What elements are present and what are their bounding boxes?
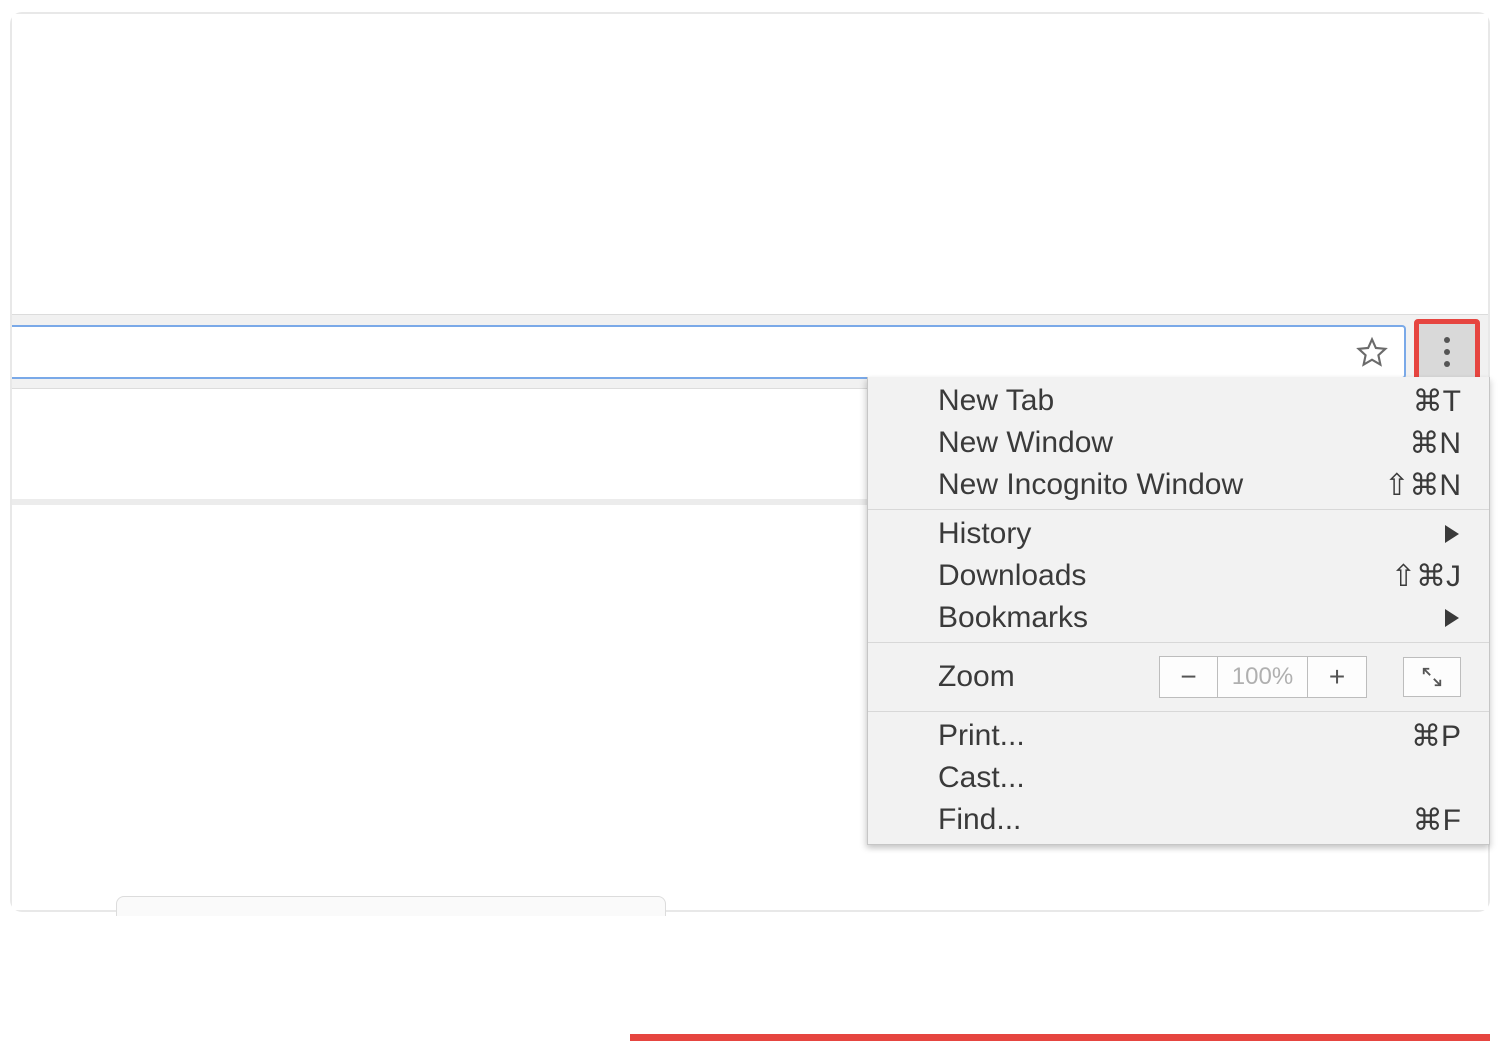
background-tab [116, 896, 666, 916]
menu-label: Downloads [938, 559, 1391, 593]
menu-shortcut: ⇧⌘N [1384, 468, 1461, 503]
menu-item-new-tab[interactable]: New Tab ⌘T [868, 380, 1489, 422]
menu-label: New Tab [938, 384, 1413, 418]
zoom-in-button[interactable]: + [1308, 657, 1366, 697]
menu-item-print[interactable]: Print... ⌘P [868, 715, 1489, 757]
menu-label: New Window [938, 426, 1409, 460]
main-menu-button[interactable] [1414, 319, 1480, 385]
menu-section-nav: History Downloads ⇧⌘J Bookmarks [868, 510, 1489, 643]
chevron-right-icon [1445, 525, 1459, 543]
chevron-right-icon [1445, 609, 1459, 627]
menu-label: Find... [938, 803, 1413, 837]
menu-label: New Incognito Window [938, 468, 1384, 502]
main-menu-dropdown: New Tab ⌘T New Window ⌘N New Incognito W… [867, 377, 1490, 845]
menu-shortcut: ⌘F [1413, 803, 1461, 838]
menu-shortcut: ⇧⌘J [1391, 559, 1461, 594]
menu-item-new-incognito[interactable]: New Incognito Window ⇧⌘N [868, 464, 1489, 506]
menu-shortcut: ⌘N [1409, 426, 1461, 461]
highlight-underline [630, 1034, 1490, 1041]
menu-shortcut: ⌘T [1413, 384, 1461, 419]
menu-item-zoom: Zoom − 100% + [868, 646, 1489, 708]
kebab-menu-icon [1444, 337, 1450, 367]
menu-shortcut: ⌘P [1411, 719, 1461, 754]
zoom-label: Zoom [938, 660, 1159, 694]
tab-strip [12, 14, 1488, 314]
menu-label: Cast... [938, 761, 1461, 795]
menu-item-new-window[interactable]: New Window ⌘N [868, 422, 1489, 464]
menu-item-find[interactable]: Find... ⌘F [868, 799, 1489, 841]
menu-label: Print... [938, 719, 1411, 753]
menu-item-history[interactable]: History [868, 513, 1489, 555]
menu-label: History [938, 517, 1445, 551]
menu-item-bookmarks[interactable]: Bookmarks [868, 597, 1489, 639]
menu-section-new: New Tab ⌘T New Window ⌘N New Incognito W… [868, 377, 1489, 510]
zoom-value: 100% [1218, 657, 1308, 697]
menu-item-downloads[interactable]: Downloads ⇧⌘J [868, 555, 1489, 597]
menu-section-tools: Print... ⌘P Cast... Find... ⌘F [868, 712, 1489, 844]
zoom-out-button[interactable]: − [1160, 657, 1218, 697]
menu-item-cast[interactable]: Cast... [868, 757, 1489, 799]
zoom-controls: − 100% + [1159, 656, 1461, 698]
address-bar[interactable] [12, 325, 1406, 379]
menu-label: Bookmarks [938, 601, 1445, 635]
bookmark-star-icon[interactable] [1354, 334, 1390, 370]
fullscreen-button[interactable] [1403, 657, 1461, 697]
menu-section-zoom: Zoom − 100% + [868, 643, 1489, 712]
